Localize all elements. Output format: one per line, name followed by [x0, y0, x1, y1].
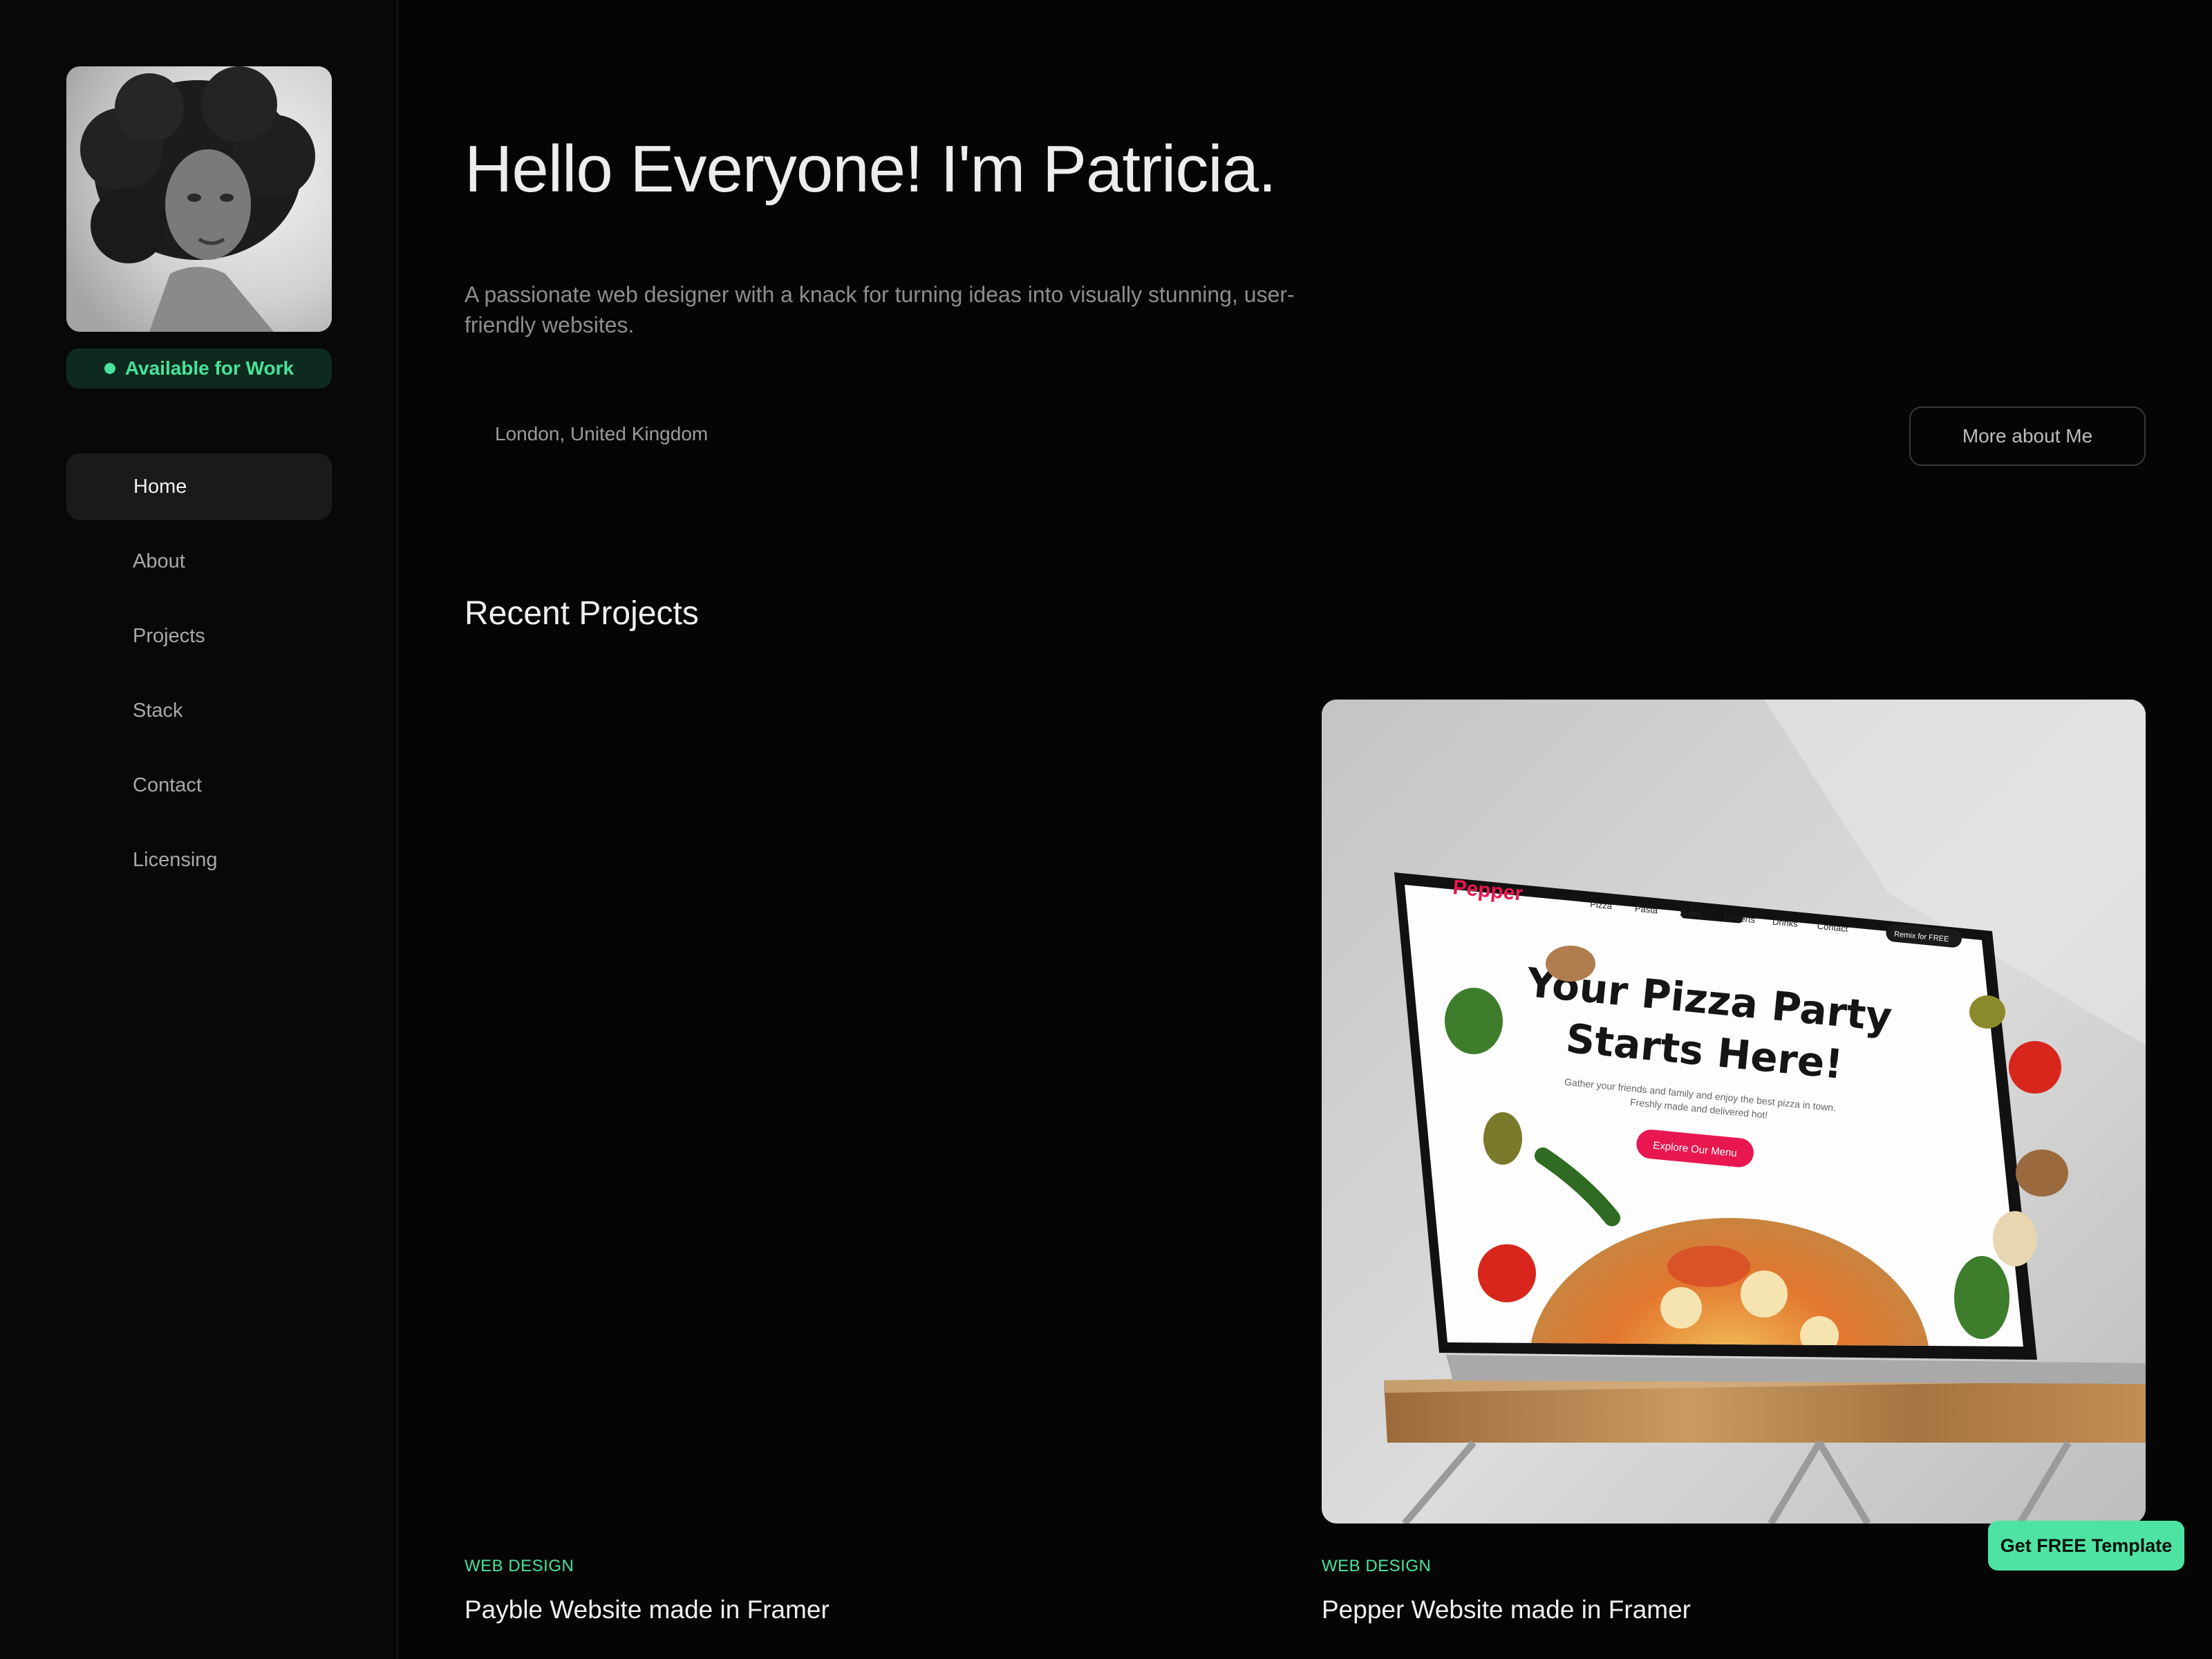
avatar-portrait-image — [66, 66, 332, 332]
project-tag: WEB DESIGN — [1322, 1557, 1432, 1575]
mushroom-icon — [2016, 1150, 2068, 1197]
location-text: London, United Kingdom — [495, 423, 709, 444]
sidebar-item-home[interactable]: Home — [66, 453, 332, 520]
project-thumbnail[interactable]: Pepper Pizza Pasta Sides Deserts Drinks … — [1322, 700, 2146, 1524]
sidebar-item-projects[interactable]: Projects — [66, 603, 332, 669]
garlic-icon — [1993, 1211, 2037, 1266]
sidebar-item-about[interactable]: About — [66, 528, 332, 594]
basil-leaf-icon — [1954, 1256, 2009, 1339]
sidebar-item-label: Licensing — [133, 848, 218, 871]
sidebar-item-stack[interactable]: Stack — [66, 677, 332, 744]
sidebar-item-contact[interactable]: Contact — [66, 752, 332, 818]
recent-projects-heading: Recent Projects — [465, 595, 699, 632]
olive-icon — [1483, 1112, 1522, 1165]
status-dot-icon — [104, 363, 115, 374]
availability-label: Available for Work — [124, 357, 294, 379]
tomato-icon — [1478, 1244, 1536, 1302]
sidebar-item-label: Home — [133, 475, 187, 498]
project-thumbnail[interactable] — [465, 700, 1288, 1524]
mockup-nav-item: Pizza — [1590, 899, 1613, 911]
availability-badge: Available for Work — [66, 348, 332, 388]
sidebar-item-label: Contact — [133, 774, 202, 796]
more-about-me-button[interactable]: More about Me — [1909, 406, 2146, 466]
olive-icon — [1969, 995, 2005, 1029]
avatar — [66, 66, 332, 332]
sidebar-item-label: About — [133, 550, 185, 572]
get-free-template-button[interactable]: Get FREE Template — [1988, 1521, 2184, 1571]
mushroom-icon — [1546, 946, 1595, 982]
sidebar-item-label: Stack — [133, 699, 183, 722]
main-content: Hello Everyone! I'm Patricia. A passiona… — [465, 0, 2146, 1659]
project-card-payble[interactable]: WEB DESIGN Payble Website made in Framer — [465, 700, 1288, 1624]
sidebar-nav: Home About Projects Stack Contact Licens… — [66, 453, 332, 901]
project-title[interactable]: Payble Website made in Framer — [465, 1595, 830, 1624]
tomato-icon — [2009, 1041, 2061, 1094]
sidebar-item-licensing[interactable]: Licensing — [66, 827, 332, 893]
sidebar: Available for Work Home About Projects S… — [0, 0, 398, 1659]
project-tag: WEB DESIGN — [465, 1557, 574, 1575]
basil-leaf-icon — [1445, 988, 1503, 1054]
project-card-pepper[interactable]: Pepper Pizza Pasta Sides Deserts Drinks … — [1322, 700, 2146, 1624]
mockup-nav-item: Sides — [1679, 908, 1703, 920]
hero-description: A passionate web designer with a knack f… — [465, 282, 1295, 337]
project-title[interactable]: Pepper Website made in Framer — [1322, 1595, 1691, 1624]
laptop-mockup-image: Pepper Pizza Pasta Sides Deserts Drinks … — [1322, 700, 2146, 1524]
sidebar-item-label: Projects — [133, 624, 205, 647]
page-title: Hello Everyone! I'm Patricia. — [465, 132, 1277, 206]
